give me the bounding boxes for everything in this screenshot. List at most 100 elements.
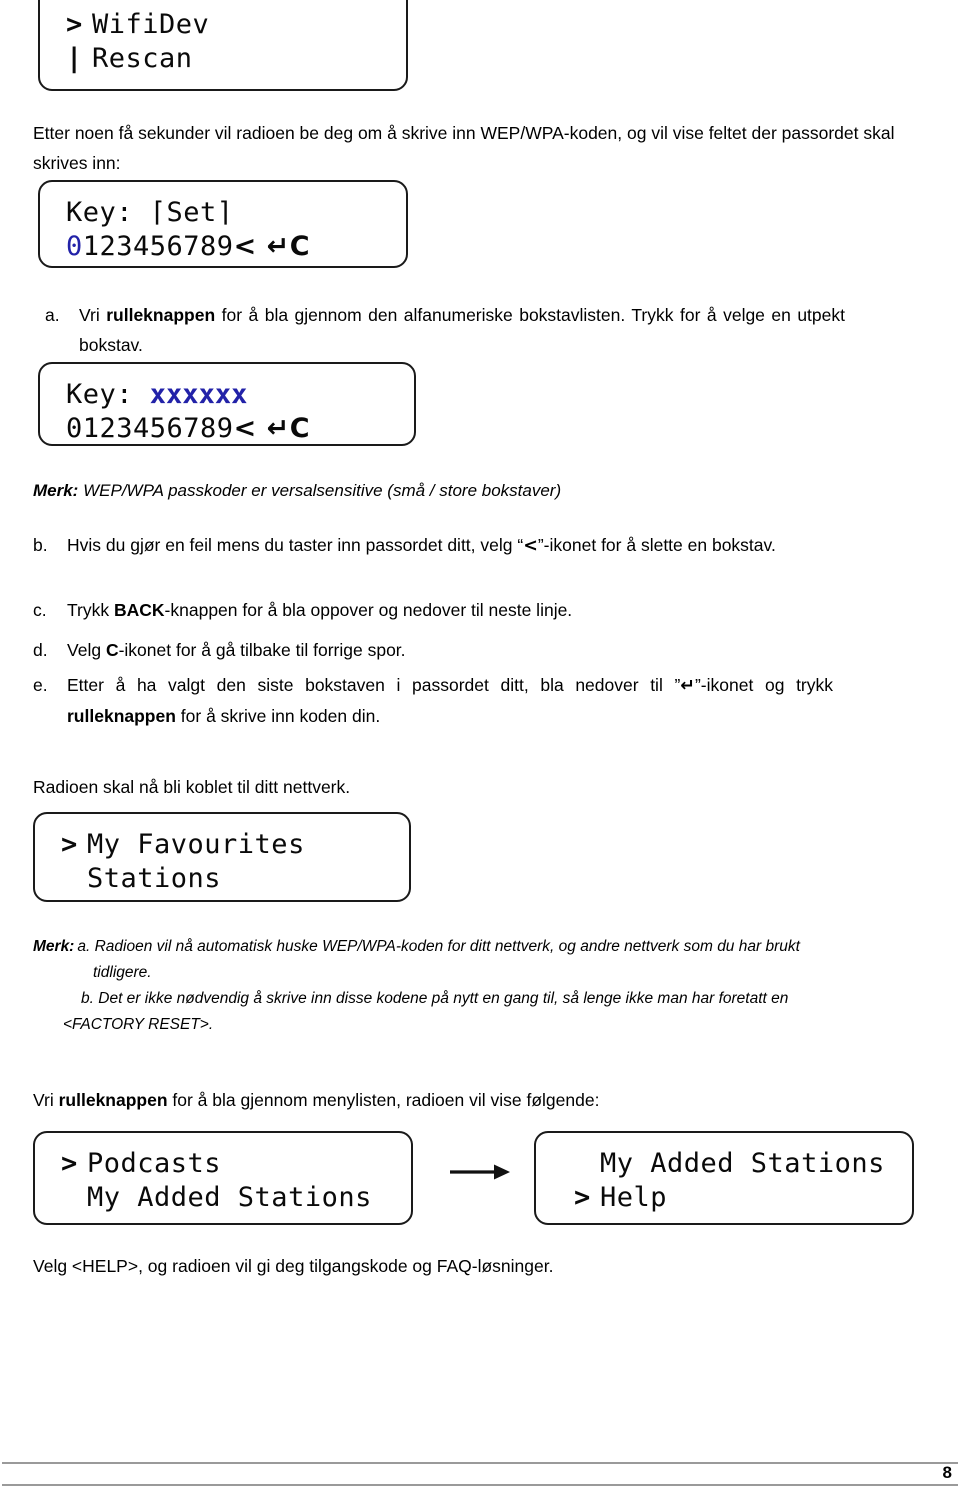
lcd-display-key-entry-empty: Key: ⌈Set⌉ 0123456789< ↵C bbox=[38, 180, 408, 268]
text-fragment: for å bla gjennom menylisten, radioen vi… bbox=[167, 1090, 600, 1110]
enter-icon: ↵ bbox=[680, 676, 695, 696]
list-body: Hvis du gjør en feil mens du taster inn … bbox=[67, 530, 823, 561]
list-item-d: d. Velg C-ikonet for å gå tilbake til fo… bbox=[33, 635, 863, 665]
list-body: Trykk BACK-knappen for å bla oppover og … bbox=[67, 595, 863, 625]
note-label: Merk: bbox=[33, 938, 75, 955]
document-page: > WifiDev | Rescan Etter noen få sekunder … bbox=[0, 0, 960, 1489]
lcd-content: My Added Stations > Help bbox=[574, 1147, 885, 1215]
page-number: 8 bbox=[942, 1463, 952, 1482]
lcd-row-label: My Favourites bbox=[87, 829, 305, 860]
lcd-display-my-favourites: > My Favourites Stations bbox=[33, 812, 411, 902]
charset-control-icons: < ↵C bbox=[233, 231, 311, 262]
note-block-wep-memory: Merk: a. Radioen vil nå automatisk huske … bbox=[33, 934, 938, 1038]
text-fragment: -ikonet for å gå tilbake til forrige spo… bbox=[118, 640, 406, 660]
lcd-row-charset: 0123456789< ↵C bbox=[66, 412, 310, 446]
emphasis-rulleknappen: rulleknappen bbox=[58, 1090, 168, 1110]
lcd-row-key-field: Key: ⌈Set⌉ bbox=[66, 197, 234, 228]
lcd-row-label: Podcasts bbox=[87, 1148, 222, 1179]
lcd-content: > My Favourites Stations bbox=[61, 828, 305, 896]
text-fragment: Vri bbox=[79, 305, 107, 325]
note-row-a: Merk: a. Radioen vil nå automatisk huske … bbox=[33, 934, 938, 960]
note-case-sensitive: Merk: WEP/WPA passkoder er versalsensiti… bbox=[33, 478, 913, 504]
list-item-b: b. Hvis du gjør en feil mens du taster i… bbox=[33, 530, 823, 561]
list-item-a: a. Vri rulleknappen for å bla gjennom de… bbox=[45, 300, 845, 360]
note-b-continuation: <FACTORY RESET>. bbox=[63, 1016, 214, 1033]
lcd-row-label: My Added Stations bbox=[87, 1182, 372, 1213]
list-marker: d. bbox=[33, 640, 48, 660]
list-item-c: c. Trykk BACK-knappen for å bla oppover … bbox=[33, 595, 863, 625]
lcd-row-charset: 0123456789< ↵C bbox=[66, 230, 310, 264]
lcd-content: > Podcasts My Added Stations bbox=[61, 1147, 372, 1215]
text-fragment: ”-ikonet og trykk bbox=[694, 675, 834, 695]
lcd-content: Key: ⌈Set⌉ 0123456789< ↵C bbox=[66, 196, 310, 264]
lcd-row-label: WifiDev bbox=[92, 9, 210, 40]
text-fragment: Vri bbox=[33, 1090, 59, 1110]
lcd-content: > WifiDev | Rescan bbox=[66, 8, 209, 76]
list-body: Vri rulleknappen for å bla gjennom den a… bbox=[79, 300, 845, 360]
note-label: Merk: bbox=[33, 481, 79, 500]
lcd-row: My Added Stations bbox=[61, 1181, 372, 1215]
lcd-row-label: My Added Stations bbox=[600, 1148, 885, 1179]
note-a-text: Radioen vil nå automatisk huske WEP/WPA-… bbox=[94, 938, 800, 955]
emphasis-rulleknappen: rulleknappen bbox=[106, 305, 216, 325]
lcd-row: My Added Stations bbox=[574, 1147, 885, 1181]
list-marker: c. bbox=[33, 600, 47, 620]
lcd-row-selected: > Podcasts bbox=[61, 1147, 372, 1181]
lcd-display-key-entry-filled: Key: xxxxxx 0123456789< ↵C bbox=[38, 362, 416, 446]
note-b-text: Det er ikke nødvendig å skrive inn disse… bbox=[98, 990, 789, 1007]
text-fragment: Velg bbox=[67, 640, 106, 660]
list-marker: e. bbox=[33, 675, 48, 695]
paragraph-vri-menu: Vri rulleknappen for å bla gjennom menyl… bbox=[33, 1085, 913, 1115]
list-marker: b. bbox=[33, 535, 48, 555]
footer-divider-bottom bbox=[2, 1484, 958, 1486]
paragraph-radio-connected: Radioen skal nå bli koblet til ditt nett… bbox=[33, 777, 351, 797]
backspace-icon: < bbox=[523, 536, 538, 556]
emphasis-back-button: BACK bbox=[113, 600, 165, 620]
lcd-row-selected: > My Favourites bbox=[61, 828, 305, 862]
emphasis-c-icon: C bbox=[105, 640, 119, 660]
lcd-display-podcasts: > Podcasts My Added Stations bbox=[33, 1131, 413, 1225]
charset-control-icons: < ↵C bbox=[233, 413, 311, 444]
note-a-marker: a. bbox=[77, 938, 91, 955]
scroll-bar-icon: | bbox=[66, 43, 83, 74]
selection-caret-icon: > bbox=[66, 9, 83, 40]
charset-digits: 123456789 bbox=[82, 231, 234, 262]
lcd-row-selected: > WifiDev bbox=[66, 8, 209, 42]
transition-arrow-icon bbox=[444, 1157, 518, 1187]
list-body: Velg C-ikonet for å gå tilbake til forri… bbox=[67, 635, 863, 665]
selection-caret-icon: > bbox=[61, 829, 78, 860]
footer-divider-top bbox=[2, 1462, 958, 1464]
lcd-row: | Rescan bbox=[66, 42, 209, 76]
lcd-display-wifi-list: > WifiDev | Rescan bbox=[38, 0, 408, 91]
charset-digits: 0123456789 bbox=[66, 413, 234, 444]
text-fragment: Etter å ha valgt den siste bokstaven i p… bbox=[67, 675, 681, 695]
note-text: WEP/WPA passkoder er versalsensitive (sm… bbox=[83, 481, 562, 500]
lcd-row-label: Rescan bbox=[92, 43, 193, 74]
paragraph-velg-help: Velg <HELP>, og radioen vil gi deg tilga… bbox=[33, 1256, 554, 1276]
intro-paragraph: Etter noen få sekunder vil radioen be de… bbox=[33, 123, 895, 173]
lcd-row-selected: > Help bbox=[574, 1181, 885, 1215]
text-fragment: -knappen for å bla oppover og nedover ti… bbox=[164, 600, 573, 620]
selection-caret-icon: > bbox=[574, 1182, 591, 1213]
masked-key-value: xxxxxx bbox=[149, 379, 248, 410]
selection-caret-icon: > bbox=[61, 1148, 78, 1179]
lcd-row: Stations bbox=[61, 862, 305, 896]
note-b-marker: b. bbox=[81, 990, 94, 1007]
text-fragment: for å skrive inn koden din. bbox=[175, 706, 381, 726]
highlighted-character: 0 bbox=[66, 231, 83, 262]
lcd-content: Key: xxxxxx 0123456789< ↵C bbox=[66, 378, 310, 446]
lcd-row-key-field: Key: xxxxxx bbox=[66, 378, 310, 412]
lcd-row-label: Stations bbox=[87, 863, 222, 894]
lcd-display-help: My Added Stations > Help bbox=[534, 1131, 914, 1225]
text-fragment: ”-ikonet for å slette en bokstav. bbox=[537, 535, 776, 555]
note-a-continuation: tidligere. bbox=[93, 964, 152, 981]
list-body: Etter å ha valgt den siste bokstaven i p… bbox=[67, 670, 833, 731]
lcd-row-label: Help bbox=[600, 1182, 668, 1213]
list-item-e: e. Etter å ha valgt den siste bokstaven … bbox=[33, 670, 833, 731]
note-row-b: b. Det er ikke nødvendig å skrive inn di… bbox=[33, 986, 938, 1012]
list-marker: a. bbox=[45, 305, 60, 325]
text-fragment: Hvis du gjør en feil mens du taster inn … bbox=[67, 535, 524, 555]
emphasis-rulleknappen: rulleknappen bbox=[67, 706, 176, 726]
text-fragment: Trykk bbox=[67, 600, 114, 620]
key-label: Key: bbox=[66, 379, 134, 410]
